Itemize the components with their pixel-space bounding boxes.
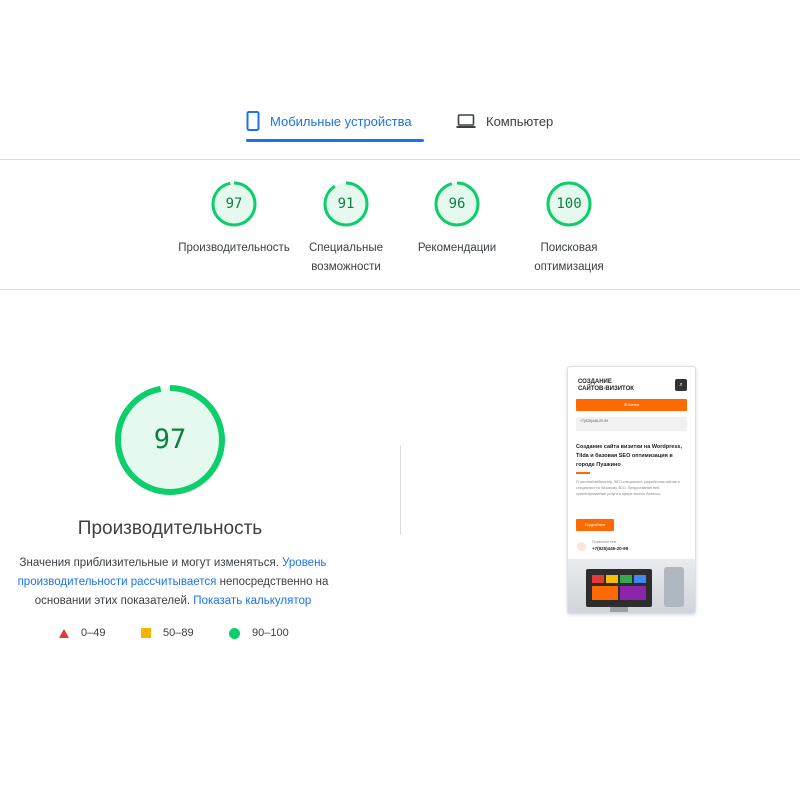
triangle-icon [59, 628, 69, 638]
phone-icon [577, 542, 586, 551]
score-value: 91 [337, 196, 355, 212]
tab-mobile[interactable]: Мобильные устройства [246, 100, 424, 142]
category-label: Производительность [178, 242, 290, 254]
site-phone-label: Позвоните мне [592, 540, 617, 544]
category-best-practices[interactable]: 96 Рекомендации [392, 180, 522, 258]
site-logo: СОЗДАНИЕ САЙТОВ-ВИЗИТОК [578, 379, 634, 392]
device-tabs: Мобильные устройства Компьютер [0, 100, 800, 142]
circle-icon [229, 627, 240, 639]
search-icon: ⌕ [675, 379, 687, 391]
legend-fail: 0–49 [59, 627, 105, 639]
calculator-link[interactable]: Показать калькулятор [193, 595, 311, 607]
site-cta-button: Подробнее [576, 519, 614, 531]
score-legend: 0–49 50–89 90–100 [56, 627, 316, 643]
category-performance[interactable]: 97 Производительность [169, 180, 299, 258]
score-gauge: 97 [210, 180, 258, 228]
category-scores: 97 Производительность 91 Специальные воз… [0, 180, 800, 280]
score-value: 97 [225, 196, 243, 212]
page-screenshot-preview[interactable]: СОЗДАНИЕ САЙТОВ-ВИЗИТОК ⌕ ☰ Меню +7(925)… [567, 366, 696, 614]
panel-divider [400, 445, 401, 535]
category-seo[interactable]: 100 Поисковая оптимизация [504, 180, 634, 277]
performance-title: Производительность [77, 518, 263, 539]
square-icon [141, 628, 151, 638]
site-menu-button: ☰ Меню [576, 399, 687, 411]
category-label: Рекомендации [417, 242, 497, 254]
performance-gauge: 97 [113, 383, 227, 497]
tab-desktop-label: Компьютер [486, 113, 554, 129]
category-label: Поисковая оптимизация [534, 242, 604, 273]
tabs-divider [0, 159, 800, 160]
site-heading: Создание сайта визитки на Wordpress, Til… [576, 444, 682, 468]
site-paragraph: Я частный вебмастер, SEO-специалист, раз… [576, 480, 680, 496]
site-contact-box: +7(925)446-20-99 [576, 417, 687, 431]
legend-average: 50–89 [141, 627, 194, 639]
tab-desktop[interactable]: Компьютер [456, 100, 576, 142]
smartphone-icon [246, 111, 260, 131]
performance-description: Значения приблизительные и могут изменят… [17, 557, 329, 607]
legend-pass: 90–100 [229, 627, 289, 639]
score-value: 96 [448, 196, 466, 212]
laptop-icon [456, 113, 476, 129]
categories-divider [0, 289, 800, 290]
site-accent-line [576, 472, 590, 474]
tab-mobile-label: Мобильные устройства [270, 113, 412, 129]
site-hero-image [568, 559, 695, 613]
score-value: 100 [556, 196, 582, 212]
monitor-image [586, 569, 652, 607]
site-phone-number: +7(925)446-20-99 [592, 546, 629, 551]
performance-score: 97 [153, 424, 187, 455]
score-gauge: 100 [545, 180, 593, 228]
score-gauge: 96 [433, 180, 481, 228]
score-gauge: 91 [322, 180, 370, 228]
